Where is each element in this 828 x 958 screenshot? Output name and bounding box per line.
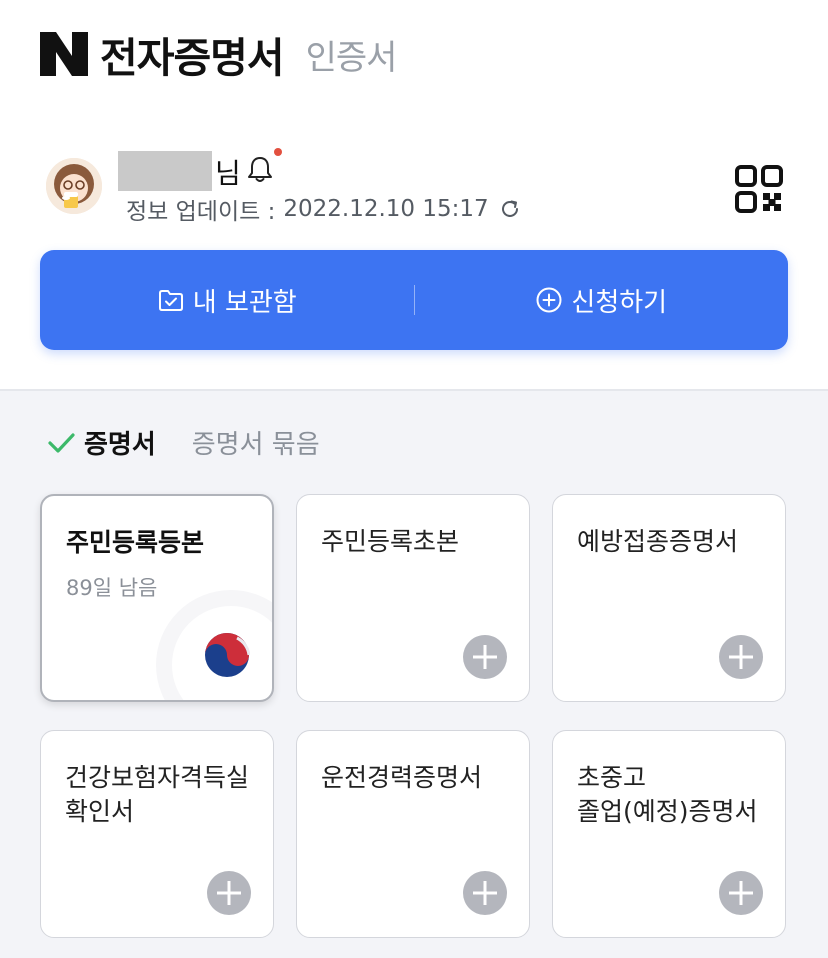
plus-circle-icon <box>536 287 562 313</box>
add-plus-icon[interactable] <box>463 871 507 915</box>
app-header: 전자증명서 인증서 <box>40 28 398 82</box>
card-title: 주민등록초본 <box>321 527 460 556</box>
bell-icon[interactable] <box>246 154 274 184</box>
qr-code-icon[interactable] <box>734 164 784 214</box>
page-title: 전자증명서 <box>100 34 285 82</box>
certificate-tab-link[interactable]: 인증서 <box>306 30 398 79</box>
tab-certificates[interactable]: 증명서 <box>84 424 156 461</box>
card-title: 운전경력증명서 <box>321 763 483 792</box>
card-title: 예방접종증명서 <box>577 527 739 556</box>
refresh-icon[interactable] <box>499 198 521 220</box>
name-suffix: 님 <box>215 157 241 190</box>
card-title: 주민등록등본 <box>66 528 205 557</box>
add-plus-icon[interactable] <box>207 871 251 915</box>
card-title: 건강보험자격득실 확인서 <box>65 763 250 826</box>
top-section: 전자증명서 인증서 님 정보 업데이트 : 2022.12.10 15:17 내… <box>0 0 828 390</box>
tab-certificate-bundles[interactable]: 증명서 묶음 <box>192 424 320 461</box>
certificate-tabs: 증명서 증명서 묶음 <box>46 424 320 461</box>
add-plus-icon[interactable] <box>719 635 763 679</box>
action-bar: 내 보관함 신청하기 <box>40 250 788 350</box>
certificate-card-graduation[interactable]: 초중고 졸업(예정)증명서 <box>552 730 786 938</box>
update-time: 2022.12.10 15:17 <box>283 196 489 222</box>
add-plus-icon[interactable] <box>719 871 763 915</box>
update-status: 정보 업데이트 : 2022.12.10 15:17 <box>126 192 521 226</box>
notification-dot <box>274 148 282 156</box>
check-icon <box>48 432 75 453</box>
card-title: 초중고 졸업(예정)증명서 <box>577 763 758 826</box>
certificate-card-vaccination[interactable]: 예방접종증명서 <box>552 494 786 702</box>
avatar-image <box>46 158 102 214</box>
avatar[interactable] <box>46 158 102 214</box>
my-storage-label: 내 보관함 <box>192 287 297 318</box>
folder-check-icon <box>158 290 183 311</box>
certificate-card-resident-registration-copy[interactable]: 주민등록등본 89일 남음 <box>40 494 274 702</box>
add-plus-icon[interactable] <box>463 635 507 679</box>
naver-logo <box>40 32 88 76</box>
certificate-card-health-insurance[interactable]: 건강보험자격득실 확인서 <box>40 730 274 938</box>
korea-government-emblem-icon <box>205 633 250 677</box>
apply-button[interactable]: 신청하기 <box>415 250 789 350</box>
user-name-redacted <box>118 151 212 191</box>
card-remaining-days: 89일 남음 <box>66 576 158 600</box>
my-storage-button[interactable]: 내 보관함 <box>40 250 414 350</box>
apply-label: 신청하기 <box>571 287 668 318</box>
certificate-card-driving-record[interactable]: 운전경력증명서 <box>296 730 530 938</box>
certificate-card-resident-registration-abstract[interactable]: 주민등록초본 <box>296 494 530 702</box>
update-label: 정보 업데이트 : <box>126 199 276 225</box>
